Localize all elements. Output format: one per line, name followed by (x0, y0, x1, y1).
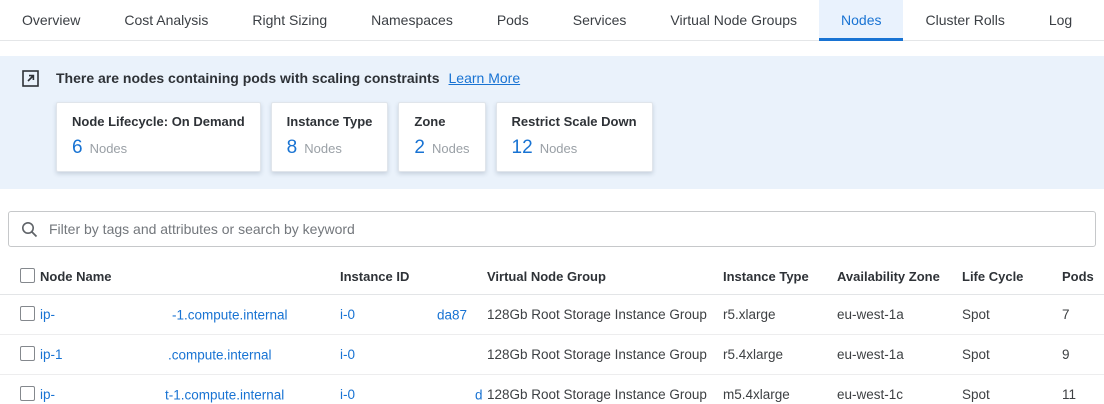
column-header-life-cycle: Life Cycle (962, 269, 1062, 284)
tab-cost-analysis[interactable]: Cost Analysis (102, 0, 230, 40)
search-input[interactable] (49, 221, 1083, 237)
instance-id-fragment: i-0 (340, 347, 355, 362)
banner-message: There are nodes containing pods with sca… (56, 70, 440, 86)
column-header-availability-zone: Availability Zone (837, 269, 962, 284)
search-icon (21, 221, 38, 238)
instance-id-link[interactable]: i-0 da87 (340, 295, 487, 334)
scaling-constraints-banner: There are nodes containing pods with sca… (0, 56, 1104, 189)
card-value-row: 12 Nodes (512, 137, 637, 159)
row-checkbox-cell (0, 306, 40, 324)
row-checkbox[interactable] (20, 386, 35, 401)
card-unit: Nodes (304, 141, 342, 156)
row-checkbox-cell (0, 346, 40, 364)
tab-virtual-node-groups[interactable]: Virtual Node Groups (648, 0, 819, 40)
tab-nodes[interactable]: Nodes (819, 0, 903, 40)
card-title: Zone (414, 114, 469, 129)
card-count: 12 (512, 137, 533, 159)
availability-zone-cell: eu-west-1a (837, 307, 962, 322)
table-row: ip- -1.compute.internal i-0 da87 128Gb Root … (0, 295, 1104, 335)
card-unit: Nodes (90, 141, 128, 156)
pods-count-cell: 9 (1062, 347, 1104, 362)
column-header-node-name: Node Name (40, 269, 340, 284)
filter-search-box[interactable] (8, 211, 1096, 247)
card-count: 2 (414, 137, 425, 159)
tab-namespaces[interactable]: Namespaces (349, 0, 475, 40)
pods-count-cell: 11 (1062, 387, 1104, 402)
node-name-link[interactable]: ip-1 .compute.internal (40, 335, 340, 374)
card-title: Node Lifecycle: On Demand (72, 114, 245, 129)
life-cycle-cell: Spot (962, 307, 1062, 322)
constraint-card-restrict-scale-down[interactable]: Restrict Scale Down 12 Nodes (496, 102, 653, 172)
column-header-instance-id: Instance ID (340, 269, 487, 284)
life-cycle-cell: Spot (962, 387, 1062, 402)
table-body: ip- -1.compute.internal i-0 da87 128Gb Root … (0, 295, 1104, 404)
node-name-link[interactable]: ip-t-1.compute.internal (40, 375, 340, 404)
instance-type-cell: r5.4xlarge (723, 347, 837, 362)
node-name-fragment: ip- (40, 387, 55, 402)
card-count: 6 (72, 137, 83, 159)
instance-id-link[interactable]: i-0 (340, 335, 487, 374)
row-checkbox[interactable] (20, 306, 35, 321)
node-name-fragment: -1.compute.internal (172, 307, 288, 322)
table-row: ip-1 .compute.internal i-0 128Gb Root Stora… (0, 335, 1104, 375)
node-name-fragment: ip- (40, 307, 55, 322)
tab-cluster-rolls[interactable]: Cluster Rolls (903, 0, 1026, 40)
tab-bar: OverviewCost AnalysisRight SizingNamespa… (0, 0, 1104, 41)
node-name-link[interactable]: ip- -1.compute.internal (40, 295, 340, 334)
card-unit: Nodes (432, 141, 470, 156)
card-count: 8 (287, 137, 298, 159)
tab-services[interactable]: Services (551, 0, 649, 40)
instance-id-fragment: da87 (437, 307, 467, 322)
node-name-fragment: t-1.compute.internal (165, 387, 284, 402)
availability-zone-cell: eu-west-1a (837, 347, 962, 362)
instance-id-fragment: i-0 (340, 387, 355, 402)
constraint-card-instance-type[interactable]: Instance Type 8 Nodes (271, 102, 389, 172)
instance-type-cell: m5.4xlarge (723, 387, 837, 402)
card-unit: Nodes (540, 141, 578, 156)
instance-type-cell: r5.xlarge (723, 307, 837, 322)
constraint-card-node-lifecycle-on-demand[interactable]: Node Lifecycle: On Demand 6 Nodes (56, 102, 261, 172)
instance-id-fragment: d (475, 387, 483, 402)
instance-id-link[interactable]: i-0 d (340, 375, 487, 404)
constraint-cards: Node Lifecycle: On Demand6NodesInstance … (56, 102, 1104, 172)
virtual-node-group-cell: 128Gb Root Storage Instance Group (487, 347, 723, 362)
header-checkbox-cell (0, 268, 40, 286)
nodes-table: Node NameInstance IDVirtual Node GroupIn… (0, 259, 1104, 404)
life-cycle-cell: Spot (962, 347, 1062, 362)
node-name-fragment: ip-1 (40, 347, 63, 362)
select-all-checkbox[interactable] (20, 268, 35, 283)
learn-more-link[interactable]: Learn More (449, 70, 521, 86)
card-value-row: 2 Nodes (414, 137, 469, 159)
tab-log[interactable]: Log (1027, 0, 1094, 40)
tab-overview[interactable]: Overview (0, 0, 102, 40)
instance-id-fragment: i-0 (340, 307, 355, 322)
column-header-pods: Pods (1062, 269, 1104, 284)
row-checkbox-cell (0, 386, 40, 404)
virtual-node-group-cell: 128Gb Root Storage Instance Group (487, 387, 723, 402)
tab-right-sizing[interactable]: Right Sizing (230, 0, 349, 40)
card-title: Instance Type (287, 114, 373, 129)
tab-pods[interactable]: Pods (475, 0, 551, 40)
node-name-fragment: .compute.internal (168, 347, 272, 362)
card-title: Restrict Scale Down (512, 114, 637, 129)
column-header-instance-type: Instance Type (723, 269, 837, 284)
availability-zone-cell: eu-west-1c (837, 387, 962, 402)
constraint-card-zone[interactable]: Zone 2 Nodes (398, 102, 485, 172)
pods-count-cell: 7 (1062, 307, 1104, 322)
table-row: ip-t-1.compute.internali-0d128Gb Root St… (0, 375, 1104, 404)
table-header-row: Node NameInstance IDVirtual Node GroupIn… (0, 259, 1104, 295)
row-checkbox[interactable] (20, 346, 35, 361)
scaling-constraint-icon (22, 70, 39, 87)
virtual-node-group-cell: 128Gb Root Storage Instance Group (487, 307, 723, 322)
card-value-row: 6 Nodes (72, 137, 245, 159)
column-header-virtual-node-group: Virtual Node Group (487, 269, 723, 284)
card-value-row: 8 Nodes (287, 137, 373, 159)
